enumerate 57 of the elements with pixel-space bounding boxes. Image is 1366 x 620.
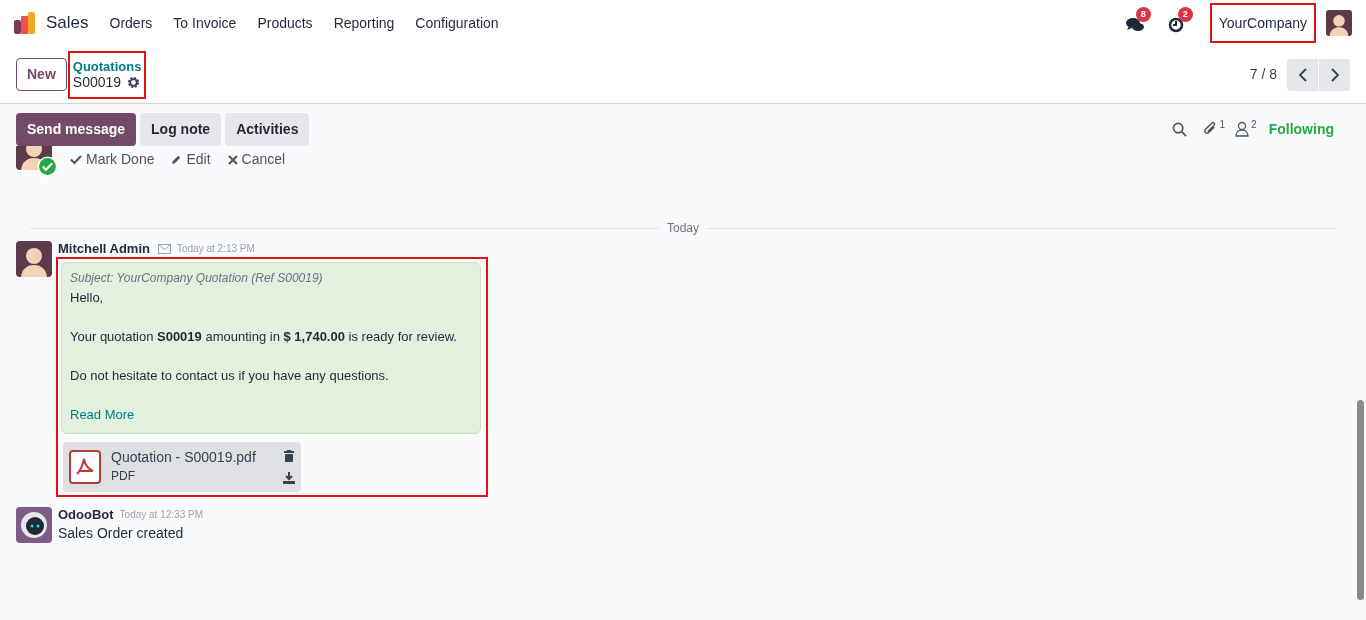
message-time: Today at 2:13 PM <box>176 242 255 256</box>
chatter-button[interactable]: Log note <box>140 112 222 146</box>
read-more-link[interactable]: Read More <box>70 405 472 425</box>
chatter-button[interactable]: Activities <box>225 112 310 146</box>
message-text: Sales Order created <box>58 523 185 543</box>
follower-count: 2 <box>1251 118 1257 132</box>
app-logo-icon[interactable] <box>14 12 36 34</box>
attachment-name: Quotation - S00019.pdf <box>111 448 256 467</box>
email-subject: Subject: YourCompany Quotation (Ref S00019) <box>70 270 324 286</box>
avatar <box>16 241 52 277</box>
author-name[interactable]: OdooBot <box>58 506 114 523</box>
avatar <box>16 506 52 543</box>
check-circle-icon <box>37 156 58 177</box>
chevron-left-icon <box>1298 67 1307 82</box>
attachment-card[interactable]: Quotation - S00019.pdf PDF <box>63 441 301 492</box>
envelope-icon <box>157 244 171 254</box>
record-title: S00019 <box>72 73 122 91</box>
menu-item[interactable]: Products <box>257 12 313 34</box>
menu-item[interactable]: Orders <box>109 12 153 34</box>
settings-icon[interactable] <box>127 75 141 89</box>
trash-icon[interactable] <box>284 449 294 462</box>
chat-icon[interactable] <box>1125 17 1144 33</box>
chevron-right-icon <box>1330 67 1339 82</box>
message-text: Hello, <box>70 289 105 307</box>
company-switcher[interactable]: YourCompany <box>1209 3 1316 43</box>
attachment-count: 1 <box>1219 118 1226 132</box>
message-text: Do not hesitate to contact us if you have any questions. <box>70 367 390 385</box>
next-button[interactable] <box>1319 58 1350 91</box>
previous-button[interactable] <box>1287 58 1318 91</box>
chatter-button[interactable]: Send message <box>16 112 137 146</box>
menu-item[interactable]: To Invoice <box>173 12 237 34</box>
new-button[interactable]: New <box>16 58 67 91</box>
person-icon[interactable] <box>1235 121 1250 137</box>
menu-item[interactable]: Reporting <box>333 12 395 34</box>
paperclip-icon[interactable] <box>1202 121 1218 137</box>
author-name[interactable]: Mitchell Admin <box>58 241 150 257</box>
clock-icon[interactable] <box>1167 17 1184 33</box>
date-separator: Today <box>666 220 700 237</box>
menu-item[interactable]: Configuration <box>415 12 499 34</box>
activity-action-link[interactable]: Mark Done <box>70 149 155 170</box>
avatar <box>1326 10 1352 36</box>
notification-badge: 2 <box>1177 7 1193 22</box>
attachment-type: PDF <box>111 468 136 485</box>
breadcrumb-link[interactable]: Quotations <box>72 58 142 74</box>
app-name[interactable]: Sales <box>46 10 89 36</box>
pencil-icon <box>171 154 183 165</box>
pdf-icon <box>69 449 101 484</box>
activity-action-link[interactable]: Cancel <box>227 149 286 170</box>
check-icon <box>70 154 82 165</box>
notification-badge: 8 <box>1135 7 1151 22</box>
download-icon[interactable] <box>283 471 295 484</box>
close-icon <box>227 154 238 165</box>
message-text: Your quotation S00019 amounting in $ 1,740.00 is ready for review. <box>70 328 458 346</box>
message-time: Today at 12:33 PM <box>119 507 203 522</box>
search-icon[interactable] <box>1171 121 1187 137</box>
pager-value: 7 / 8 <box>1249 65 1277 84</box>
activity-action-link[interactable]: Edit <box>171 149 211 170</box>
